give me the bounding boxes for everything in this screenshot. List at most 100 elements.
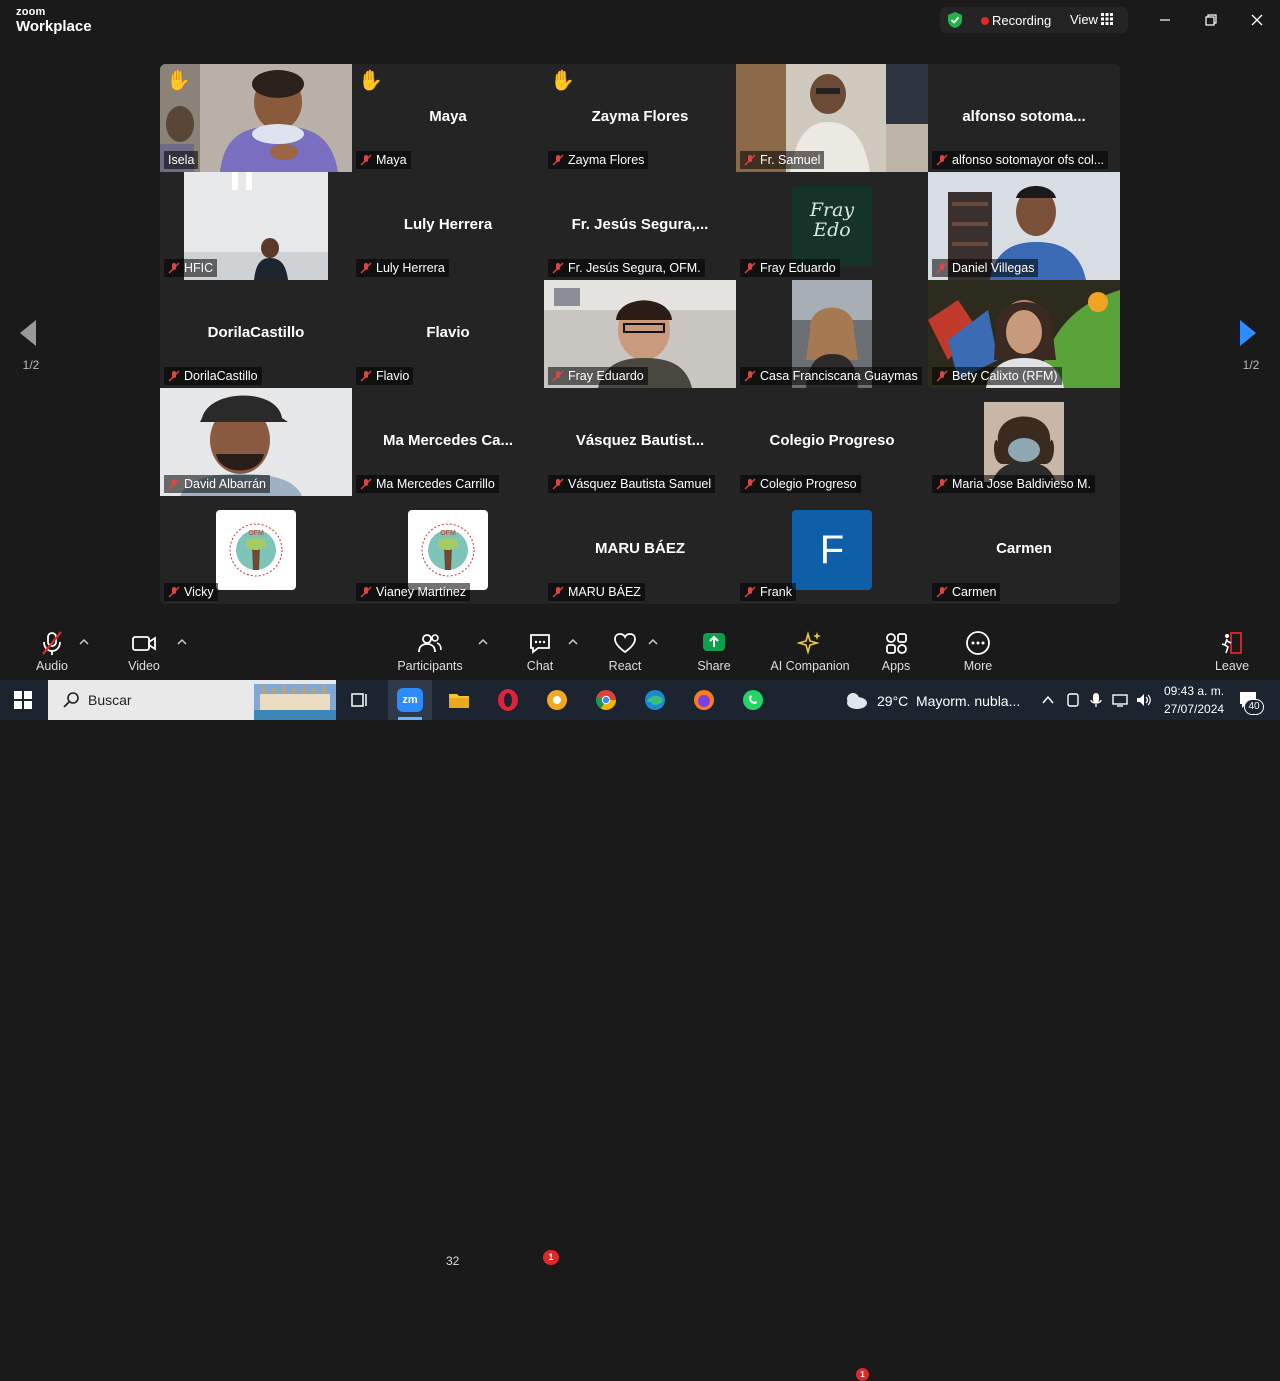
chat-bubble-icon (530, 634, 550, 654)
participant-name-text: HFIC (184, 261, 214, 275)
participant-tile[interactable]: Bety Calixto (RFM) (928, 280, 1120, 388)
arrow-right-icon[interactable] (1236, 318, 1260, 348)
participant-tile[interactable]: Daniel Villegas (928, 172, 1120, 280)
minimize-icon[interactable] (1155, 10, 1175, 30)
encryption-shield-icon[interactable] (947, 11, 963, 29)
participant-tile[interactable]: Fray Edo Fray Eduardo (736, 172, 928, 280)
participant-tile[interactable]: DorilaCastillo DorilaCastillo (160, 280, 352, 388)
muted-mic-icon (936, 478, 948, 490)
react-label: React (608, 659, 642, 673)
volume-icon[interactable] (1135, 692, 1153, 708)
participant-tile[interactable]: ✋ Isela (160, 64, 352, 172)
leave-button[interactable]: Leave (1208, 620, 1256, 680)
participant-name-text: Frank (760, 585, 792, 599)
participant-display-name: Maya (429, 108, 467, 125)
more-button[interactable]: More (954, 620, 1002, 680)
weather-description[interactable]: Mayorm. nubla... (916, 693, 1020, 709)
next-page[interactable]: 1/2 (1236, 318, 1266, 372)
clock-time[interactable]: 09:43 a. m. (1164, 684, 1224, 698)
participant-tile[interactable]: Ma Mercedes Ca... Ma Mercedes Carrillo (352, 388, 544, 496)
participant-tile[interactable]: OFM Vianey Martínez (352, 496, 544, 604)
avatar-logo-text: OFM (248, 530, 264, 537)
share-button[interactable]: Share (690, 620, 738, 680)
view-button[interactable]: View (1070, 12, 1098, 27)
windows-start-icon[interactable] (14, 691, 32, 709)
participant-tile[interactable]: Luly Herrera Luly Herrera (352, 172, 544, 280)
muted-mic-icon (168, 586, 180, 598)
react-button[interactable]: React (600, 620, 650, 680)
chat-options-chevron-icon[interactable] (568, 638, 578, 646)
share-screen-icon (703, 633, 725, 651)
gallery-grid-icon[interactable] (1101, 13, 1113, 25)
participant-tile[interactable]: Casa Franciscana Guaymas (736, 280, 928, 388)
video-options-chevron-icon[interactable] (177, 638, 187, 646)
participant-tile[interactable]: alfonso sotoma... alfonso sotomayor ofs … (928, 64, 1120, 172)
participant-tile[interactable]: ✋ Zayma Flores Zayma Flores (544, 64, 736, 172)
muted-mic-icon (168, 478, 180, 490)
participant-tile[interactable]: Fray Eduardo (544, 280, 736, 388)
network-icon[interactable] (1111, 692, 1129, 708)
heart-icon (614, 633, 636, 654)
participant-tile[interactable]: Flavio Flavio (352, 280, 544, 388)
participant-display-name: Fr. Jesús Segura,... (571, 216, 709, 233)
firefox-browser-icon[interactable] (692, 688, 716, 712)
chat-button[interactable]: Chat (515, 620, 565, 680)
participant-tile[interactable]: Colegio Progreso Colegio Progreso (736, 388, 928, 496)
audio-options-chevron-icon[interactable] (79, 638, 89, 646)
microphone-tray-icon[interactable] (1089, 692, 1103, 708)
participant-tile[interactable]: David Albarrán (160, 388, 352, 496)
arrow-left-icon[interactable] (16, 318, 40, 348)
participants-button[interactable]: Participants (396, 620, 464, 680)
taskbar-search-box[interactable]: Buscar (48, 680, 336, 720)
raised-hand-icon: ✋ (166, 70, 191, 92)
participant-tile[interactable]: Fr. Jesús Segura,... Fr. Jesús Segura, O… (544, 172, 736, 280)
edge-browser-icon[interactable] (643, 688, 667, 712)
restore-icon[interactable] (1201, 10, 1221, 30)
audio-button[interactable]: Audio (22, 620, 82, 680)
app-brand: zoom Workplace (16, 6, 92, 35)
participant-tile[interactable]: Maria Jose Baldivieso M. (928, 388, 1120, 496)
whatsapp-icon[interactable] (741, 688, 765, 712)
zoom-app-icon: zm (397, 688, 423, 712)
participant-tile[interactable]: HFIC (160, 172, 352, 280)
participant-tile[interactable]: OFM Vicky (160, 496, 352, 604)
weather-cloud-icon[interactable] (843, 689, 869, 711)
participant-name-text: Fray Eduardo (568, 369, 644, 383)
chrome-canary-icon[interactable] (545, 688, 569, 712)
ai-companion-button[interactable]: AI Companion (766, 620, 854, 680)
zoom-taskbar-active[interactable]: zm (388, 680, 432, 720)
task-view-icon[interactable] (348, 688, 372, 712)
participant-tile[interactable]: Carmen Carmen (928, 496, 1120, 604)
clock-date[interactable]: 27/07/2024 (1164, 702, 1224, 716)
avatar-logo-text: OFM (440, 530, 456, 537)
participant-tile[interactable]: Fr. Samuel (736, 64, 928, 172)
participant-name: Vicky (164, 583, 218, 601)
participant-name: Colegio Progreso (740, 475, 861, 493)
participants-label: Participants (397, 659, 463, 673)
weather-temp[interactable]: 29°C (877, 693, 908, 709)
video-button[interactable]: Video (114, 620, 174, 680)
participant-tile[interactable]: ✋ Maya Maya (352, 64, 544, 172)
close-icon[interactable] (1247, 10, 1267, 30)
device-icon[interactable] (1065, 692, 1081, 708)
recording-label[interactable]: Recording (992, 13, 1051, 28)
participant-tile[interactable]: MARU BÁEZ MARU BÁEZ (544, 496, 736, 604)
file-explorer-icon[interactable] (447, 688, 471, 712)
chrome-browser-icon[interactable] (594, 688, 618, 712)
participants-options-chevron-icon[interactable] (478, 638, 488, 646)
react-options-chevron-icon[interactable] (648, 638, 658, 646)
brand-zoom: zoom (16, 6, 46, 18)
participant-name-text: Fr. Samuel (760, 153, 821, 167)
meeting-toolbar: Audio Video Participants 32 Chat 1 React… (0, 620, 1280, 1268)
chevron-up-icon[interactable] (1041, 693, 1055, 707)
page-indicator-right: 1/2 (1242, 358, 1260, 372)
apps-button[interactable]: Apps (872, 620, 920, 680)
windows-taskbar: Buscar zm 1 29°C Mayorm. nubla... 09:43 … (0, 680, 1280, 1381)
prev-page[interactable]: 1/2 (16, 318, 46, 372)
search-icon (63, 692, 79, 708)
opera-browser-icon[interactable] (496, 688, 520, 712)
participant-tile[interactable]: F Frank (736, 496, 928, 604)
muted-mic-icon (744, 154, 756, 166)
participant-display-name: MARU BÁEZ (595, 540, 685, 557)
participant-tile[interactable]: Vásquez Bautist... Vásquez Bautista Samu… (544, 388, 736, 496)
